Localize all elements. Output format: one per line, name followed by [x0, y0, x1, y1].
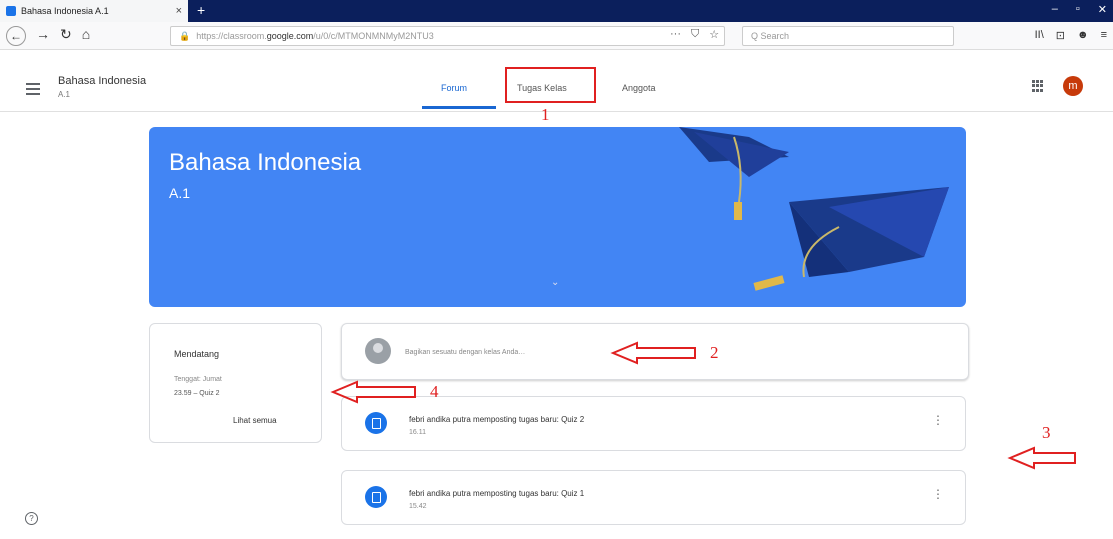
annotation-label-4: 4 [430, 382, 439, 401]
annotation-arrows [330, 341, 1076, 470]
annotation-arrow-2 [610, 341, 696, 365]
annotation-label-1: 1 [541, 105, 550, 124]
annotation-label-2: 2 [710, 343, 719, 362]
annotation-label-3: 3 [1042, 423, 1051, 442]
screenshot: Bahasa Indonesia A.1 × + – ▫ ✕ ← → ↻ ⌂ 🔒… [0, 0, 1113, 539]
annotation-arrow-4 [330, 380, 416, 404]
annotation-arrow-3 [1007, 446, 1076, 470]
